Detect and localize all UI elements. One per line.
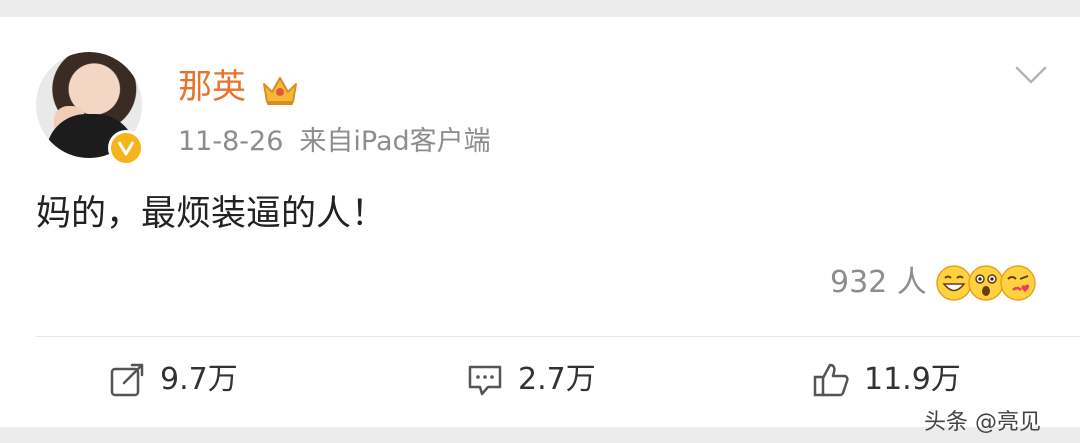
repost-icon xyxy=(110,363,144,397)
comment-icon xyxy=(468,365,502,396)
kiss-emoji-icon xyxy=(1000,265,1036,301)
like-button[interactable]: 11.9万 xyxy=(812,360,961,400)
reaction-count: 932 人 xyxy=(830,265,927,300)
repost-button[interactable]: 9.7万 xyxy=(108,360,238,400)
watermark: 头条 @亮见 xyxy=(924,410,1041,435)
comment-button[interactable]: 2.7万 xyxy=(466,360,596,400)
chevron-down-icon[interactable] xyxy=(1014,64,1048,86)
repost-count: 9.7万 xyxy=(160,362,238,397)
comment-count: 2.7万 xyxy=(518,362,596,397)
divider xyxy=(36,336,1080,337)
crown-icon xyxy=(263,77,297,105)
thumbs-up-icon xyxy=(813,363,849,397)
post-meta: 11-8-26 来自iPad客户端 xyxy=(178,124,507,160)
like-count: 11.9万 xyxy=(864,362,961,397)
post-text: 妈的，最烦装逼的人！ xyxy=(36,194,387,234)
reaction-summary[interactable]: 932 人 xyxy=(830,262,1037,304)
post-source: 来自iPad客户端 xyxy=(299,126,491,157)
post-date: 11-8-26 xyxy=(178,126,284,157)
verified-v-icon xyxy=(108,130,144,166)
author-name[interactable]: 那英 xyxy=(178,64,246,110)
